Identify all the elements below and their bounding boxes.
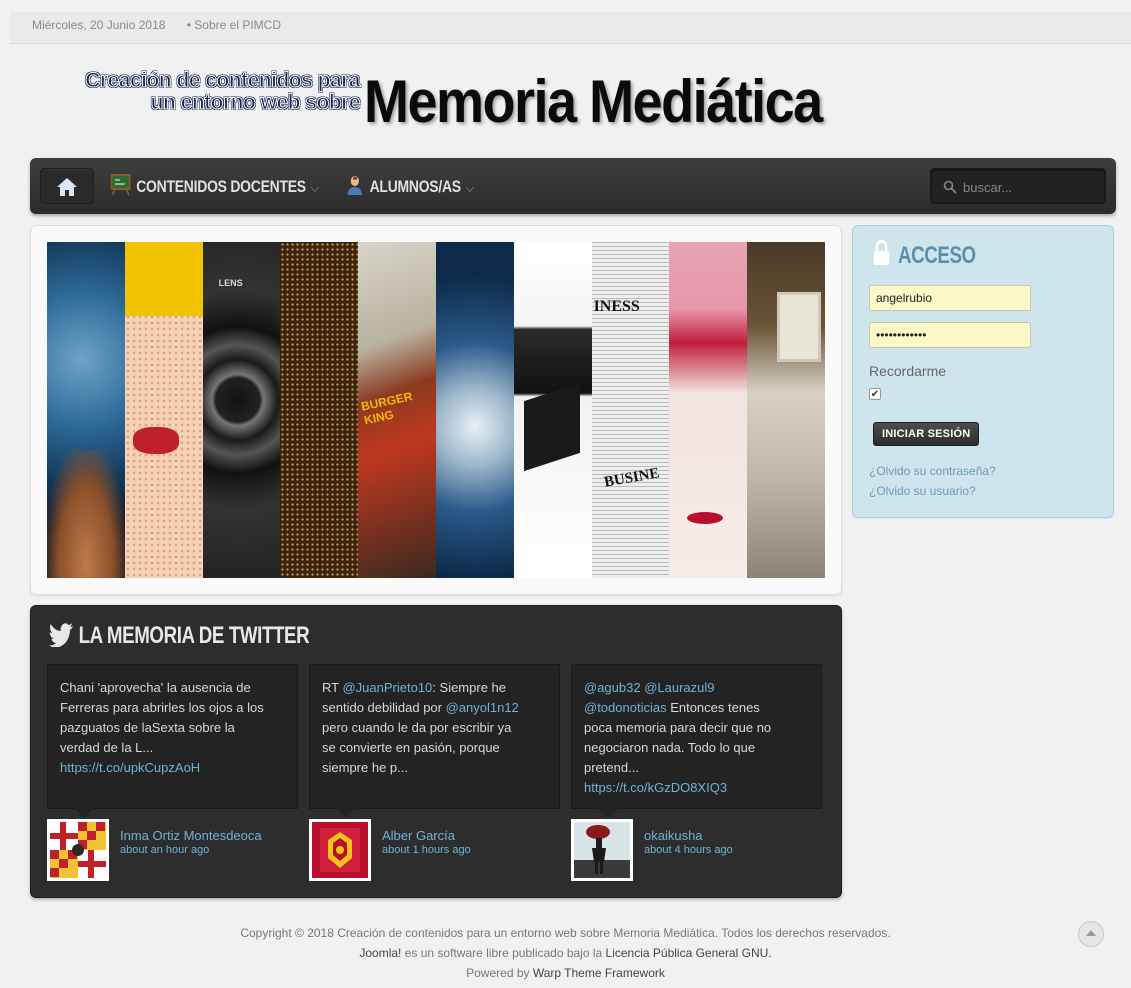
- about-pimcd-link[interactable]: • Sobre el PIMCD: [187, 18, 281, 32]
- tweet-text: negociaron nada. Todo lo que: [584, 740, 756, 755]
- slide-label-lens: LENS: [218, 278, 243, 288]
- remember-checkbox[interactable]: ✔: [869, 388, 881, 400]
- tweet-text: siempre he p...: [322, 760, 408, 775]
- logo-line-2: un entorno web sobre: [150, 91, 361, 114]
- image-slider: LENS BURGER KING INESS BUSINE: [30, 225, 842, 595]
- logo-title: Memoria Mediática: [364, 68, 823, 136]
- warp-framework-link[interactable]: Warp Theme Framework: [533, 966, 665, 980]
- tweet-card: @agub32 @Laurazul9 @todonoticias Entonce…: [571, 664, 822, 818]
- tweet-text-line: @agub32 @Laurazul9: [584, 678, 809, 698]
- slide-label-business: INESS: [593, 298, 640, 315]
- slide-strip-graduation[interactable]: [513, 242, 592, 578]
- tweet-text: Entonces tenes: [666, 700, 760, 715]
- avatar[interactable]: [309, 819, 371, 881]
- password-field[interactable]: [869, 322, 1031, 348]
- blackboard-icon: [110, 174, 131, 201]
- search-box[interactable]: [930, 168, 1106, 204]
- login-title: ACCESO: [873, 239, 976, 270]
- tweet-text: Ferreras para abrirles los ojos a los: [60, 700, 264, 715]
- main-navbar: CONTENIDOS DOCENTES ⌵ ALUMNOS/AS ⌵: [30, 158, 1116, 214]
- login-panel: ACCESO Recordarme ✔ INICIAR SESIÓN ¿Olvi…: [852, 225, 1114, 518]
- tweet-text: pero cuando le da por escribir ya: [322, 720, 512, 735]
- login-button[interactable]: INICIAR SESIÓN: [873, 422, 980, 446]
- slide-strip-woman[interactable]: [669, 242, 748, 578]
- footer-text: es un software libre publicado bajo la: [401, 946, 606, 960]
- twitter-panel: LA MEMORIA DE TWITTER Chani 'aprovecha' …: [30, 605, 842, 898]
- slide-strip-pop-art[interactable]: [124, 242, 203, 578]
- tweet-card: RT @JuanPrieto10: Siempre he sentido deb…: [309, 664, 560, 818]
- tweet-mention[interactable]: @JuanPrieto10: [342, 680, 432, 695]
- gnu-license-link[interactable]: Licencia Pública General GNU.: [606, 946, 772, 960]
- current-date: Miércoles, 20 Junio 2018: [32, 18, 166, 32]
- tweet-text: poca memoria para decir que no: [584, 720, 772, 735]
- tweet-link[interactable]: https://t.co/kGzDO8XIQ3: [584, 778, 809, 798]
- nav-item-contenidos-docentes[interactable]: CONTENIDOS DOCENTES ⌵: [110, 174, 319, 198]
- forgot-username-link[interactable]: ¿Olvido su usuario?: [869, 484, 976, 498]
- avatar[interactable]: [571, 819, 633, 881]
- twitter-bird-icon: [49, 623, 74, 648]
- tweet-text-line: RT @JuanPrieto10: Siempre he: [322, 678, 547, 698]
- tweet-card: Chani 'aprovecha' la ausencia de Ferrera…: [47, 664, 298, 818]
- home-button[interactable]: [40, 168, 94, 204]
- username-field[interactable]: [869, 285, 1031, 311]
- slide-strip-newspapers[interactable]: INESS BUSINE: [591, 242, 670, 578]
- author-name[interactable]: Inma Ortiz Montesdeoca: [120, 828, 262, 843]
- tweet-text: Chani 'aprovecha' la ausencia de: [60, 680, 251, 695]
- tweet-text: sentido debilidad por: [322, 700, 446, 715]
- avatar[interactable]: [47, 819, 109, 881]
- slide-strip-lens[interactable]: LENS: [202, 242, 281, 578]
- footer-text: Powered by: [466, 966, 533, 980]
- tweet-text: se convierte en pasión, porque: [322, 740, 500, 755]
- nav-item-label: CONTENIDOS DOCENTES: [136, 176, 306, 196]
- tweet-link[interactable]: https://t.co/upkCupzAoH: [60, 758, 285, 778]
- footer-license-line: Joomla! es un software libre publicado b…: [0, 943, 1131, 963]
- top-bar: Miércoles, 20 Junio 2018 • Sobre el PIMC…: [10, 12, 1131, 44]
- scroll-to-top-button[interactable]: [1078, 921, 1104, 947]
- tweet-time[interactable]: about 1 hours ago: [382, 844, 471, 856]
- twitter-title-text: LA MEMORIA DE TWITTER: [78, 622, 310, 649]
- tweet-mention[interactable]: @Laurazul9: [644, 680, 714, 695]
- slide-strip-computer[interactable]: [747, 242, 825, 578]
- nav-item-alumnos[interactable]: ALUMNOS/AS ⌵: [345, 174, 474, 198]
- joomla-link[interactable]: Joomla!: [359, 946, 401, 960]
- twitter-title: LA MEMORIA DE TWITTER: [49, 622, 310, 650]
- nav-item-label: ALUMNOS/AS: [369, 176, 461, 196]
- logo-line-1: Creación de contenidos para: [85, 69, 361, 92]
- slide-strip-blue-tech[interactable]: [435, 242, 514, 578]
- home-icon: [57, 178, 77, 196]
- tweet-text: verdad de la L...: [60, 740, 154, 755]
- tweet-text-line: @todonoticias Entonces tenes: [584, 698, 809, 718]
- tweet-text: pazguatos de laSexta sobre la: [60, 720, 235, 735]
- student-icon: [345, 174, 365, 201]
- slide-strip-earth[interactable]: [47, 242, 125, 578]
- remember-label: Recordarme: [869, 363, 947, 379]
- chevron-down-icon: ⌵: [465, 179, 474, 195]
- search-input[interactable]: [963, 177, 1093, 197]
- logo-subtitle: Creación de contenidos para un entorno w…: [42, 69, 361, 114]
- tweet-mention[interactable]: @todonoticias: [584, 700, 667, 715]
- search-icon: [943, 180, 957, 194]
- tweet-text: : Siempre he: [432, 680, 506, 695]
- forgot-password-link[interactable]: ¿Olvido su contraseña?: [869, 464, 996, 478]
- login-title-text: ACCESO: [897, 242, 976, 269]
- slide-strip-burger-king[interactable]: BURGER KING: [358, 242, 436, 578]
- tweet-time[interactable]: about 4 hours ago: [644, 844, 733, 856]
- slide-label-burger-king: BURGER KING: [360, 389, 414, 428]
- author-name[interactable]: okaikusha: [644, 828, 703, 843]
- tweet-time[interactable]: about an hour ago: [120, 844, 209, 856]
- author-name[interactable]: Alber García: [382, 828, 455, 843]
- tweet-text: RT: [322, 680, 343, 695]
- footer-powered-line: Powered by Warp Theme Framework: [0, 963, 1131, 983]
- tweet-mention[interactable]: @anyol1n12: [446, 700, 519, 715]
- slide-label-business-2: BUSINE: [602, 465, 661, 491]
- lock-icon: [873, 239, 890, 265]
- chevron-down-icon: ⌵: [310, 179, 319, 195]
- slider-strips: LENS BURGER KING INESS BUSINE: [47, 242, 825, 578]
- tweet-text-line: sentido debilidad por @anyol1n12: [322, 698, 547, 718]
- footer-copyright: Copyright © 2018 Creación de contenidos …: [240, 926, 891, 940]
- footer: Copyright © 2018 Creación de contenidos …: [0, 923, 1131, 983]
- tweet-mention[interactable]: @agub32: [584, 680, 641, 695]
- tweet-text: pretend...: [584, 760, 639, 775]
- slide-strip-crowd[interactable]: [280, 242, 359, 578]
